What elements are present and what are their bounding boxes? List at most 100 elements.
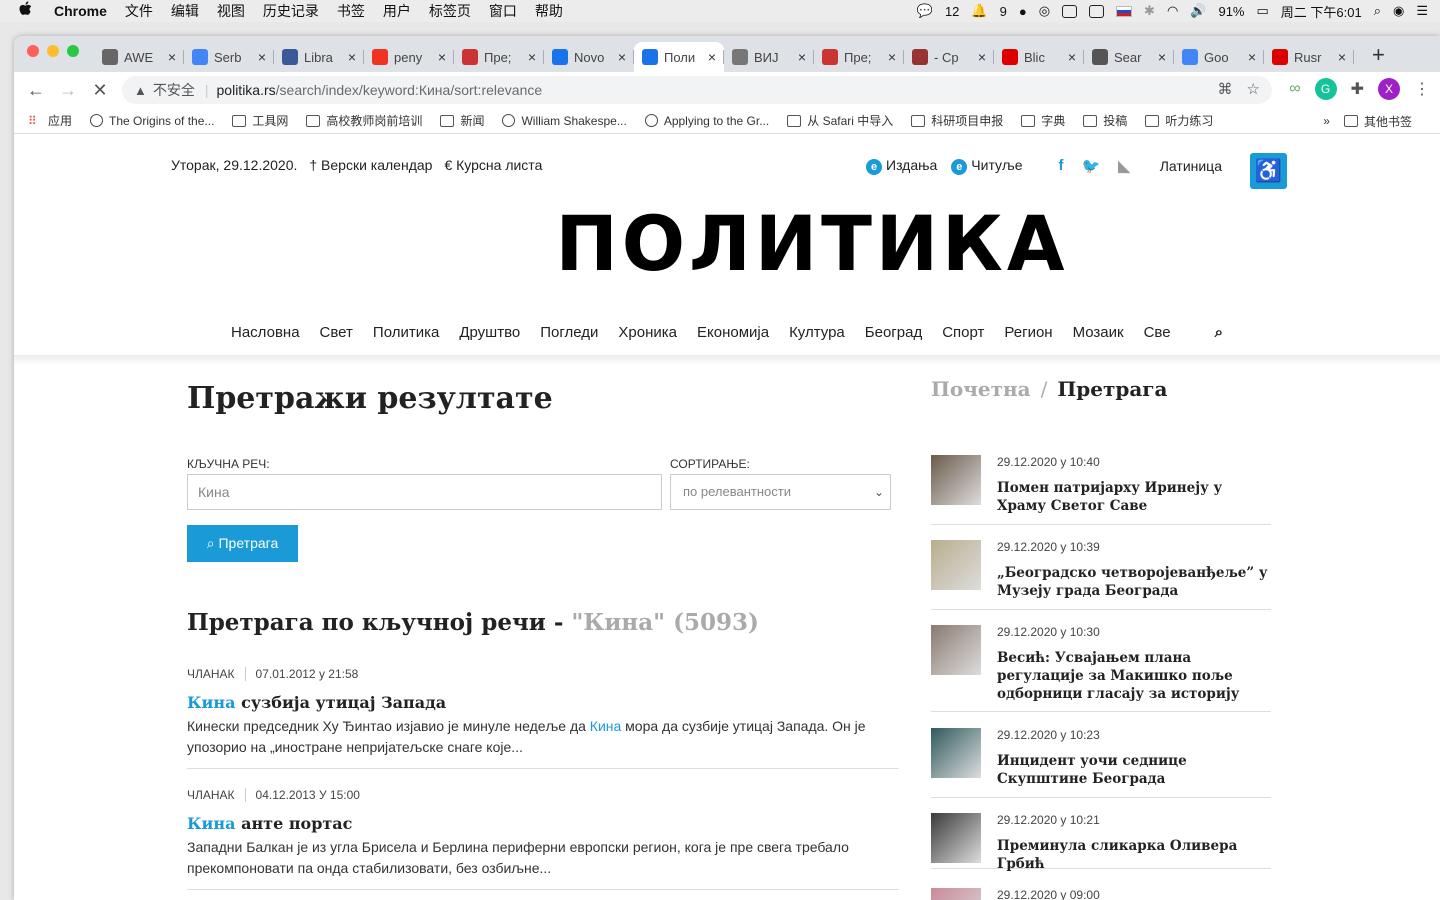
- warning-icon[interactable]: ▲: [134, 83, 147, 98]
- minimize-window-button[interactable]: [47, 45, 59, 57]
- twitter-icon[interactable]: 🐦: [1082, 157, 1101, 175]
- profile-avatar[interactable]: X: [1378, 78, 1400, 100]
- control-center-icon[interactable]: ☰: [1416, 3, 1428, 19]
- tab-close-icon[interactable]: ×: [168, 49, 176, 65]
- battery-icon[interactable]: ▭: [1257, 3, 1269, 19]
- menu-view[interactable]: 视图: [217, 1, 245, 21]
- news-thumbnail[interactable]: [931, 813, 981, 863]
- app-menu-chrome[interactable]: Chrome: [54, 3, 107, 19]
- grammarly-icon[interactable]: G: [1314, 78, 1337, 100]
- menu-tab[interactable]: 标签页: [429, 1, 471, 21]
- menu-window[interactable]: 窗口: [489, 1, 517, 21]
- tab-close-icon[interactable]: ×: [348, 49, 356, 65]
- search-button[interactable]: ⌕ Претрага: [187, 525, 298, 562]
- bookmark-item[interactable]: ⠿ 应用: [28, 112, 72, 129]
- tab-close-icon[interactable]: ×: [618, 49, 626, 65]
- apple-menu-icon[interactable]: [18, 1, 38, 21]
- news-title[interactable]: „Београдско четворојеванђеље” у Музеју г…: [997, 564, 1273, 600]
- extension-icon[interactable]: ∞: [1289, 80, 1300, 98]
- browser-tab[interactable]: peny ×: [364, 42, 454, 72]
- news-item[interactable]: 29.12.2020 у 10:21 Преминула сликарка Ол…: [931, 813, 1271, 872]
- nav-item[interactable]: Економија: [697, 324, 769, 341]
- news-title[interactable]: Помен патријарху Иринеју у Храму Светог …: [997, 479, 1273, 515]
- zoom-window-button[interactable]: [67, 45, 79, 57]
- bookmark-item[interactable]: 听力练习: [1145, 112, 1213, 129]
- not-secure-label[interactable]: 不安全: [153, 80, 195, 100]
- wps-icon[interactable]: [1089, 4, 1105, 18]
- accessibility-icon[interactable]: ♿: [1250, 153, 1287, 189]
- nav-item[interactable]: Мозаик: [1073, 324, 1124, 341]
- nav-item[interactable]: Свет: [320, 324, 353, 341]
- nav-item[interactable]: Култура: [789, 324, 845, 341]
- news-item[interactable]: 29.12.2020 у 10:23 Инцидент уочи седнице…: [931, 728, 1271, 798]
- news-title[interactable]: Инцидент уочи седнице Скупштине Београда: [997, 752, 1273, 788]
- tab-close-icon[interactable]: ×: [438, 49, 446, 65]
- browser-tab[interactable]: Novo ×: [544, 42, 634, 72]
- nav-item[interactable]: Хроника: [618, 324, 677, 341]
- exchange-rates-link[interactable]: € Курсна листа: [444, 157, 542, 173]
- obituaries-link[interactable]: e Читуље: [951, 157, 1023, 175]
- bookmark-item[interactable]: 从 Safari 中导入: [787, 112, 893, 129]
- menu-people[interactable]: 用户: [383, 1, 411, 21]
- screenshot-icon[interactable]: ◎: [1039, 3, 1050, 19]
- browser-tab[interactable]: Пре; ×: [814, 42, 904, 72]
- nav-item[interactable]: Све: [1144, 324, 1171, 341]
- site-logo[interactable]: ПОЛИТИКА: [556, 199, 1065, 289]
- browser-tab[interactable]: Serb ×: [184, 42, 274, 72]
- extensions-puzzle-icon[interactable]: ✚: [1351, 79, 1364, 99]
- breadcrumb-home[interactable]: Почетна: [931, 377, 1031, 401]
- translate-icon[interactable]: ⌘: [1218, 80, 1233, 98]
- menu-edit[interactable]: 编辑: [171, 1, 199, 21]
- browser-tab[interactable]: Goo ×: [1174, 42, 1264, 72]
- browser-tab[interactable]: Blic ×: [994, 42, 1084, 72]
- browser-tab[interactable]: - Ср ×: [904, 42, 994, 72]
- stop-loading-icon[interactable]: ✕: [84, 80, 116, 101]
- wechat-icon[interactable]: 💬: [917, 3, 933, 19]
- news-title[interactable]: Преминула сликарка Оливера Грбић: [997, 837, 1273, 873]
- browser-tab[interactable]: Rusr ×: [1264, 42, 1354, 72]
- nav-item[interactable]: Политика: [373, 324, 439, 341]
- bookmark-item[interactable]: 新闻: [440, 112, 484, 129]
- volume-icon[interactable]: 🔊: [1190, 3, 1206, 19]
- nav-item[interactable]: Београд: [865, 324, 922, 341]
- bookmark-item[interactable]: 工具网: [232, 112, 288, 129]
- nav-search-icon[interactable]: ⌕: [1215, 324, 1223, 341]
- bookmark-item[interactable]: 科研项目申报: [911, 112, 1003, 129]
- app-tray-icon[interactable]: [1062, 4, 1078, 18]
- latin-script-link[interactable]: Латиница: [1160, 158, 1222, 174]
- browser-menu-icon[interactable]: ⋮: [1414, 79, 1430, 99]
- browser-tab[interactable]: ВИЈ ×: [724, 42, 814, 72]
- browser-tab[interactable]: Sear ×: [1084, 42, 1174, 72]
- editions-link[interactable]: e Издања: [866, 157, 937, 175]
- siri-icon[interactable]: ◉: [1393, 3, 1404, 19]
- news-item[interactable]: 29.12.2020 у 09:00: [931, 888, 1271, 900]
- bookmark-item[interactable]: William Shakespe...: [502, 114, 627, 128]
- tab-close-icon[interactable]: ×: [258, 49, 266, 65]
- clock[interactable]: 周二 下午6:01: [1281, 2, 1362, 21]
- notification-icon[interactable]: 🔔: [971, 3, 987, 19]
- browser-tab[interactable]: Поли ×: [634, 42, 724, 72]
- bookmark-item[interactable]: The Origins of the...: [90, 114, 214, 128]
- news-item[interactable]: 29.12.2020 у 10:39 „Београдско четвороје…: [931, 540, 1271, 610]
- news-thumbnail[interactable]: [931, 455, 981, 505]
- news-item[interactable]: 29.12.2020 у 10:40 Помен патријарху Ирин…: [931, 455, 1271, 525]
- nav-item[interactable]: Регион: [1004, 324, 1052, 341]
- menu-history[interactable]: 历史记录: [263, 1, 319, 21]
- browser-tab[interactable]: Пре; ×: [454, 42, 544, 72]
- address-bar[interactable]: ▲ 不安全 | politika.rs /search/index/keywor…: [122, 76, 1272, 104]
- bookmark-item[interactable]: Applying to the Gr...: [644, 114, 769, 128]
- sort-select[interactable]: по релевантности ⌄: [670, 474, 891, 510]
- news-thumbnail[interactable]: [931, 625, 981, 675]
- news-thumbnail[interactable]: [931, 540, 981, 590]
- bookmarks-more-icon[interactable]: »: [1323, 114, 1330, 128]
- tab-close-icon[interactable]: ×: [978, 49, 986, 65]
- bookmark-item[interactable]: 投稿: [1083, 112, 1127, 129]
- bookmark-item[interactable]: 字典: [1021, 112, 1065, 129]
- back-icon[interactable]: ←: [20, 80, 52, 101]
- tab-close-icon[interactable]: ×: [708, 49, 716, 65]
- other-bookmarks-folder[interactable]: 其他书签: [1343, 113, 1412, 130]
- result-title-link[interactable]: Кина сузбија утицај Запада: [187, 693, 899, 712]
- browser-tab[interactable]: AWE ×: [94, 42, 184, 72]
- news-thumbnail[interactable]: [931, 728, 981, 778]
- close-window-button[interactable]: [27, 45, 39, 57]
